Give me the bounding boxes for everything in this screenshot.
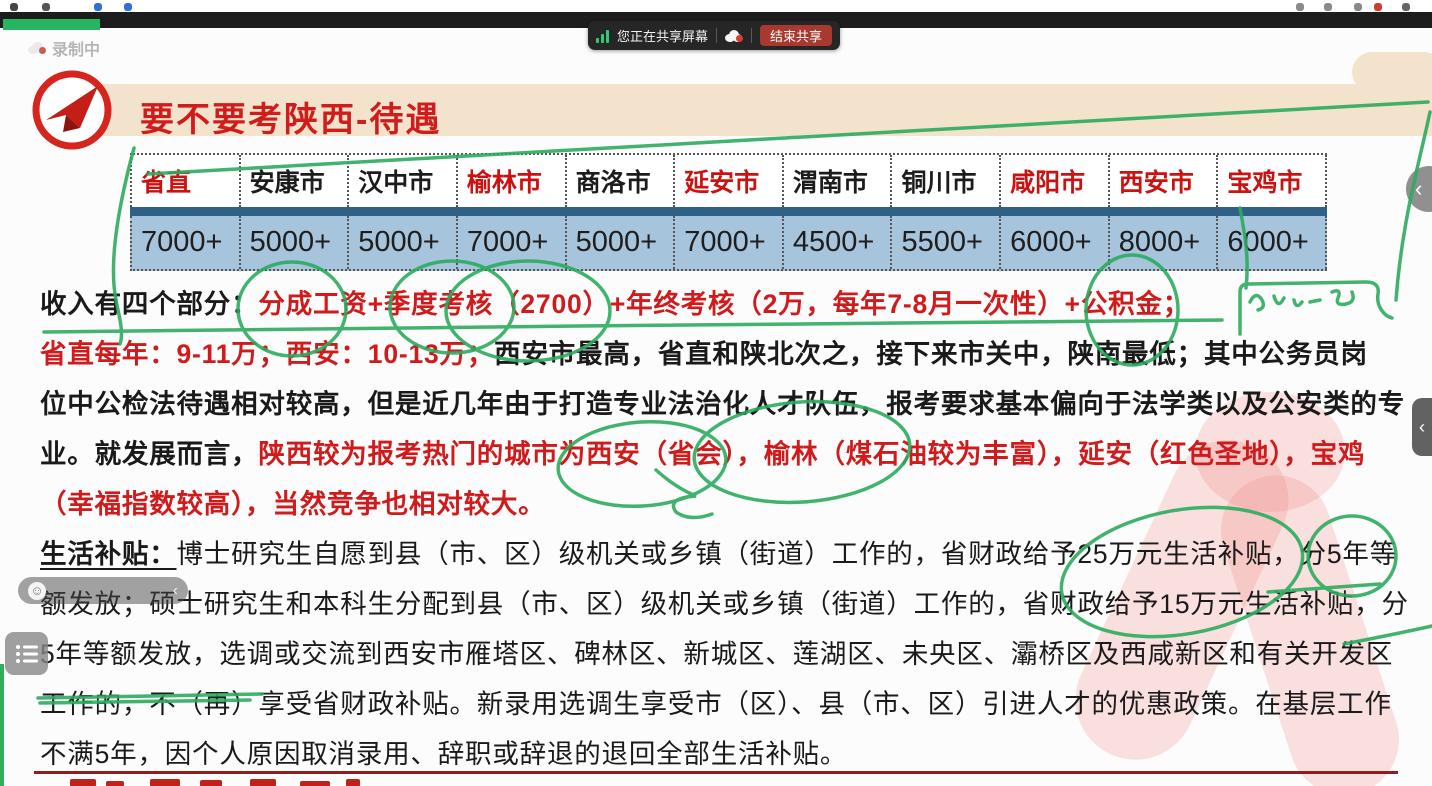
table-salary-value: 4500+ <box>784 216 893 269</box>
body-text-line: 生活补贴：博士研究生自愿到县（市、区）级机关或乡镇（街道）工作的，省财政给予25… <box>40 529 1412 579</box>
table-city-header: 延安市 <box>675 155 784 207</box>
table-city-header: 宝鸡市 <box>1218 155 1327 207</box>
table-salary-value: 5000+ <box>241 216 350 269</box>
toolbar-icon[interactable] <box>94 3 102 11</box>
toolbar-icon[interactable] <box>1402 3 1410 11</box>
toolbar-icon[interactable] <box>1296 3 1304 11</box>
screen-share-banner: 您正在共享屏幕 结束共享 <box>588 21 840 50</box>
text-segment: 收入有四个部分： <box>40 289 258 319</box>
body-text-line: 位中公检法待遇相对较高，但是近几年由于打造专业法治化人才队伍，报考要求基本偏向于… <box>40 379 1412 429</box>
table-city-header: 榆林市 <box>458 155 567 207</box>
chevron-left-icon[interactable]: ‹ <box>173 582 178 600</box>
table-city-header: 西安市 <box>1110 155 1219 207</box>
body-text-line: 省直每年：9-11万；西安：10-13万；西安市最高，省直和陕北次之，接下来市关… <box>40 329 1412 379</box>
paper-plane-icon <box>24 68 120 157</box>
red-underline-rule <box>34 771 1398 774</box>
table-city-header: 汉中市 <box>349 155 458 207</box>
table-salary-value: 8000+ <box>1110 216 1219 269</box>
table-salary-value: 5000+ <box>349 216 458 269</box>
table-salary-value: 7000+ <box>675 216 784 269</box>
divider <box>751 28 752 43</box>
corner-deco <box>1352 52 1432 92</box>
outline-list-button[interactable] <box>5 632 48 675</box>
body-text-line: 额发放；硕士研究生和本科生分配到县（市、区）级机关或乡镇（街道）工作的，省财政给… <box>40 579 1412 629</box>
text-segment: 业。就发展而言， <box>40 439 258 469</box>
body-text-line: 工作的，不（再）享受省财政补贴。新录用选调生享受市（区）、县（市、区）引进人才的… <box>40 679 1412 729</box>
toolbar-icon[interactable] <box>42 3 50 11</box>
table-header-row: 省直安康市汉中市榆林市商洛市延安市渭南市铜川市咸阳市西安市宝鸡市 <box>130 153 1327 207</box>
body-text-line: 5年等额发放，选调或交流到西安市雁塔区、碑林区、新城区、莲湖区、未央区、灞桥区及… <box>40 629 1412 679</box>
table-city-header: 省直 <box>132 155 241 207</box>
text-segment: 5年等额发放，选调或交流到西安市雁塔区、碑林区、新城区、莲湖区、未央区、灞桥区及… <box>40 639 1393 669</box>
text-segment: 省直每年：9-11万；西安：10-13万； <box>40 339 494 369</box>
text-segment: 工作的，不（再）享受省财政补贴。新录用选调生享受市（区）、县（市、区）引进人才的… <box>40 689 1392 719</box>
body-text-line: 收入有四个部分：分成工资+季度考核（2700）+年终考核（2万，每年7-8月一次… <box>40 279 1412 329</box>
toolbar-icon[interactable] <box>1324 3 1332 11</box>
recording-label: 录制中 <box>52 36 100 60</box>
table-salary-value: 7000+ <box>458 216 567 269</box>
body-text-line: （幸福指数较高），当然竞争也相对较大。 <box>40 479 1412 529</box>
toolbar-icon[interactable] <box>124 3 132 11</box>
app-top-toolbar <box>0 0 1432 12</box>
table-salary-value: 5000+ <box>567 216 676 269</box>
text-segment: 陕西较为报考热门的城市为西安（省会），榆林（煤石油较为丰富），延安（红色圣地），… <box>258 439 1365 469</box>
slide-body-text: 收入有四个部分：分成工资+季度考核（2700）+年终考核（2万，每年7-8月一次… <box>40 279 1412 779</box>
text-segment: 西安市最高，省直和陕北次之，接下来市关中，陕南最低；其中公务员岗 <box>494 339 1368 369</box>
cloud-recording-icon[interactable] <box>725 30 743 42</box>
emoji-icon[interactable]: ☺ <box>28 582 46 600</box>
text-segment: 不满5年，因个人原因取消录用、辞职或辞退的退回全部生活补贴。 <box>40 739 847 769</box>
toolbar-icon[interactable] <box>1374 3 1382 11</box>
share-border-segment <box>3 19 100 30</box>
text-segment: 博士研究生自愿到县（市、区）级机关或乡镇（街道）工作的，省财政给予25万元生活补… <box>177 539 1398 569</box>
text-segment: 位中公检法待遇相对较高，但是近几年由于打造专业法治化人才队伍，报考要求基本偏向于… <box>40 389 1405 419</box>
table-value-row: 7000+5000+5000+7000+5000+7000+4500+5500+… <box>130 216 1327 271</box>
salary-table: 省直安康市汉中市榆林市商洛市延安市渭南市铜川市咸阳市西安市宝鸡市 7000+50… <box>130 153 1327 271</box>
share-border-left <box>0 664 4 786</box>
table-city-header: 商洛市 <box>567 155 676 207</box>
table-city-header: 渭南市 <box>784 155 893 207</box>
text-segment: 分成工资+季度考核（2700）+年终考核（2万，每年7-8月一次性）+公积金； <box>258 289 1190 319</box>
page-title: 要不要考陕西-待遇 <box>140 92 441 141</box>
end-share-button[interactable]: 结束共享 <box>760 25 832 46</box>
table-salary-value: 6000+ <box>1001 216 1110 269</box>
text-segment: 生活补贴： <box>40 539 177 569</box>
table-salary-value: 6000+ <box>1218 216 1327 269</box>
text-segment: （幸福指数较高），当然竞争也相对较大。 <box>40 489 545 519</box>
text-segment: 额发放；硕士研究生和本科生分配到县（市、区）级机关或乡镇（街道）工作的，省财政给… <box>40 589 1409 619</box>
divider <box>716 28 717 43</box>
toolbar-icon[interactable] <box>10 3 18 11</box>
signal-icon <box>596 29 609 43</box>
table-salary-value: 7000+ <box>132 216 241 269</box>
table-separator-bar <box>130 207 1327 216</box>
table-city-header: 铜川市 <box>892 155 1001 207</box>
shared-screen: 您正在共享屏幕 结束共享 录制中 要不要考陕西-待遇 <box>0 0 1432 786</box>
table-salary-value: 5500+ <box>892 216 1001 269</box>
sharing-status-text: 您正在共享屏幕 <box>617 26 708 45</box>
body-text-line: 业。就发展而言，陕西较为报考热门的城市为西安（省会），榆林（煤石油较为丰富），延… <box>40 429 1412 479</box>
toolbar-icon[interactable] <box>1354 3 1362 11</box>
recording-cloud-icon <box>28 42 46 54</box>
table-city-header: 咸阳市 <box>1001 155 1110 207</box>
side-tab-button[interactable]: ‹ <box>1412 398 1432 456</box>
collapse-panel-button[interactable]: ‹ <box>1406 166 1432 212</box>
table-city-header: 安康市 <box>241 155 350 207</box>
recording-badge: 录制中 <box>28 36 100 60</box>
chat-input-overlay[interactable]: ☺ ‹ <box>18 577 188 604</box>
